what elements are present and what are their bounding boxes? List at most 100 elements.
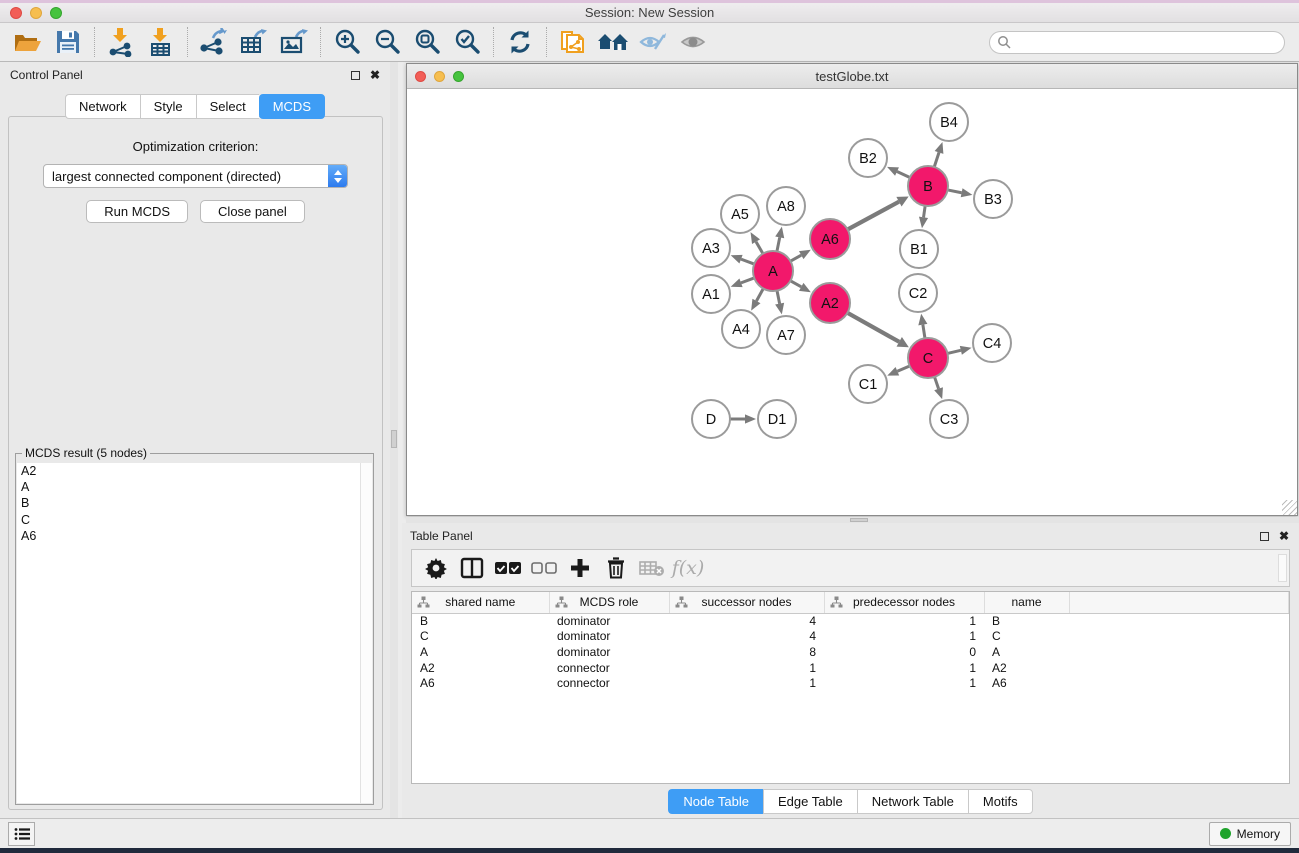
table-cell[interactable]: 4 <box>669 613 824 629</box>
table-cell[interactable]: dominator <box>549 613 669 629</box>
zoom-in-button[interactable] <box>327 25 367 59</box>
network-close-button[interactable] <box>415 71 426 82</box>
table-row[interactable]: A2connector11A2 <box>412 660 1289 676</box>
function-builder-button[interactable]: f(x) <box>670 552 706 584</box>
float-panel-icon[interactable] <box>351 71 360 80</box>
table-cell[interactable]: A2 <box>984 660 1069 676</box>
column-header-name[interactable]: name <box>984 592 1069 613</box>
column-header-shared-name[interactable]: shared name <box>412 592 549 613</box>
search-input[interactable] <box>1016 35 1284 49</box>
tab-mcds[interactable]: MCDS <box>259 94 325 119</box>
window-resize-grip[interactable] <box>1282 500 1297 515</box>
graph-edge-C-C2[interactable] <box>923 325 925 339</box>
graph-edge-A-A7[interactable] <box>777 291 780 304</box>
show-graphics-details-button[interactable] <box>673 25 713 59</box>
node-table[interactable]: shared nameMCDS rolesuccessor nodesprede… <box>412 592 1289 691</box>
network-canvas[interactable]: B4B2BB3A5A8A6A3B1AA1C2A2A4A7CC4C1C3DD1 <box>407 90 1297 515</box>
zoom-window-button[interactable] <box>50 7 62 19</box>
table-cell[interactable]: C <box>412 629 549 645</box>
graph-edge-C-C3[interactable] <box>935 377 939 389</box>
export-image-button[interactable] <box>274 25 314 59</box>
tab-style[interactable]: Style <box>140 94 196 119</box>
table-cell[interactable]: 0 <box>824 644 984 660</box>
table-cell[interactable]: 1 <box>669 675 824 691</box>
table-cell[interactable]: C <box>984 629 1069 645</box>
zoom-fit-button[interactable] <box>407 25 447 59</box>
table-cell[interactable]: A2 <box>412 660 549 676</box>
tab-node-table[interactable]: Node Table <box>668 789 763 814</box>
result-scrollbar[interactable] <box>360 463 372 803</box>
hide-all-columns-button[interactable] <box>526 552 562 584</box>
zoom-out-button[interactable] <box>367 25 407 59</box>
graph-edge-C-C4[interactable] <box>947 350 960 353</box>
splitter-grip[interactable] <box>850 518 868 522</box>
graph-edge-B-B4[interactable] <box>934 152 939 167</box>
table-scrollbar[interactable] <box>1278 554 1287 582</box>
network-window-titlebar[interactable]: testGlobe.txt <box>407 64 1297 89</box>
graph-edge-A-A5[interactable] <box>756 242 763 254</box>
delete-table-button[interactable] <box>634 552 670 584</box>
table-row[interactable]: Adominator80A <box>412 644 1289 660</box>
toggle-panes-button[interactable] <box>454 552 490 584</box>
close-window-button[interactable] <box>10 7 22 19</box>
table-cell[interactable]: 1 <box>669 660 824 676</box>
home-button[interactable] <box>593 25 633 59</box>
mcds-result-item[interactable]: B <box>17 495 360 511</box>
float-panel-icon[interactable] <box>1260 532 1269 541</box>
table-cell[interactable]: A6 <box>984 675 1069 691</box>
graph-edge-A-A4[interactable] <box>756 289 763 301</box>
open-session-button[interactable] <box>8 25 48 59</box>
mcds-result-item[interactable]: A6 <box>17 528 360 544</box>
search-box[interactable] <box>989 31 1285 54</box>
table-cell[interactable]: dominator <box>549 644 669 660</box>
refresh-view-button[interactable] <box>500 25 540 59</box>
graph-edge-B-B1[interactable] <box>924 206 926 218</box>
hide-graphics-details-button[interactable] <box>633 25 673 59</box>
export-table-button[interactable] <box>234 25 274 59</box>
mcds-result-item[interactable]: A2 <box>17 463 360 479</box>
graph-edge-A2-C[interactable] <box>847 313 899 342</box>
tab-network-table[interactable]: Network Table <box>857 789 968 814</box>
table-cell[interactable]: 1 <box>824 675 984 691</box>
column-header-MCDS-role[interactable]: MCDS role <box>549 592 669 613</box>
graph-edge-B-B2[interactable] <box>897 172 910 178</box>
network-minimize-button[interactable] <box>434 71 445 82</box>
vertical-splitter[interactable] <box>390 62 398 818</box>
graph-edge-A-A6[interactable] <box>790 255 801 261</box>
table-cell[interactable]: A <box>412 644 549 660</box>
show-all-columns-button[interactable] <box>490 552 526 584</box>
table-cell[interactable]: 4 <box>669 629 824 645</box>
minimize-window-button[interactable] <box>30 7 42 19</box>
mcds-result-item[interactable]: A <box>17 479 360 495</box>
table-cell[interactable]: dominator <box>549 629 669 645</box>
tab-edge-table[interactable]: Edge Table <box>763 789 857 814</box>
graph-edge-B-B3[interactable] <box>948 190 962 193</box>
import-network-button[interactable] <box>101 25 141 59</box>
table-cell[interactable]: 1 <box>824 629 984 645</box>
zoom-selected-button[interactable] <box>447 25 487 59</box>
column-settings-button[interactable] <box>418 552 454 584</box>
graph-edge-A-A1[interactable] <box>741 278 754 283</box>
table-cell[interactable]: B <box>984 613 1069 629</box>
table-row[interactable]: A6connector11A6 <box>412 675 1289 691</box>
close-panel-icon[interactable]: ✖ <box>1279 530 1289 542</box>
new-network-from-selection-button[interactable] <box>553 25 593 59</box>
splitter-grip[interactable] <box>391 430 397 448</box>
close-panel-button[interactable]: Close panel <box>200 200 305 223</box>
table-cell[interactable]: 1 <box>824 660 984 676</box>
delete-column-button[interactable] <box>598 552 634 584</box>
table-row[interactable]: Cdominator41C <box>412 629 1289 645</box>
save-session-button[interactable] <box>48 25 88 59</box>
tab-network[interactable]: Network <box>65 94 140 119</box>
table-cell[interactable]: connector <box>549 675 669 691</box>
table-cell[interactable]: 8 <box>669 644 824 660</box>
export-network-button[interactable] <box>194 25 234 59</box>
run-mcds-button[interactable]: Run MCDS <box>86 200 188 223</box>
table-row[interactable]: Bdominator41B <box>412 613 1289 629</box>
graph-edge-A6-B[interactable] <box>848 202 899 230</box>
memory-button[interactable]: Memory <box>1209 822 1291 846</box>
task-history-button[interactable] <box>8 822 35 846</box>
graph-edge-A-A8[interactable] <box>777 237 780 251</box>
table-cell[interactable]: connector <box>549 660 669 676</box>
create-column-button[interactable] <box>562 552 598 584</box>
